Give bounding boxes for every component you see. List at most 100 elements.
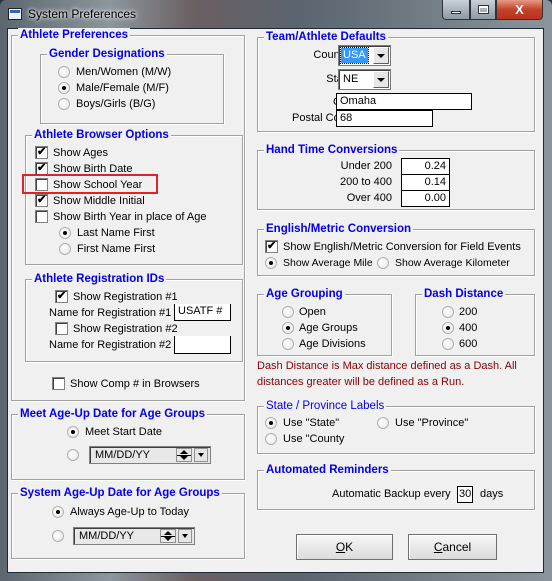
dash-400-radio[interactable] — [442, 322, 454, 334]
always-ageup-today-radio[interactable] — [52, 506, 64, 518]
athlete-browser-options-group: Athlete Browser Options Show Ages Show B… — [22, 128, 243, 265]
age-groups-label: Age Groups — [299, 322, 358, 334]
age-divisions-label: Age Divisions — [299, 338, 366, 350]
gender-bg-label: Boys/Girls (B/G) — [76, 98, 156, 110]
system-ageup-date-picker[interactable]: MM/DD/YY — [73, 527, 195, 545]
meet-ageup-legend: Meet Age-Up Date for Age Groups — [18, 407, 208, 421]
window-title: System Preferences — [28, 7, 137, 21]
use-state-label: Use "State" — [283, 417, 340, 429]
english-metric-legend: English/Metric Conversion — [264, 222, 414, 236]
title-bar[interactable]: System Preferences X — [0, 0, 552, 28]
close-button[interactable]: X — [496, 0, 543, 20]
age-divisions-radio[interactable] — [282, 338, 294, 350]
country-value: USA — [340, 47, 369, 64]
use-state-radio[interactable] — [265, 417, 277, 429]
gender-designations-legend: Gender Designations — [47, 47, 167, 61]
athlete-browser-options-legend: Athlete Browser Options — [32, 128, 171, 142]
dash-600-radio[interactable] — [442, 338, 454, 350]
team-athlete-defaults-group: Team/Athlete Defaults Country: USA State… — [257, 30, 535, 132]
meet-start-date-radio[interactable] — [67, 426, 79, 438]
system-ageup-legend: System Age-Up Date for Age Groups — [18, 486, 222, 500]
under-200-input[interactable]: 0.24 — [401, 158, 450, 175]
dash-200-radio[interactable] — [442, 306, 454, 318]
state-select[interactable]: NE — [338, 69, 391, 90]
minimize-icon — [451, 11, 461, 14]
show-registration-1-label: Show Registration #1 — [73, 291, 178, 303]
system-preferences-window: System Preferences X Athlete Preferences… — [0, 0, 552, 581]
average-mile-radio[interactable] — [265, 257, 277, 269]
meet-custom-date-radio[interactable] — [67, 449, 79, 461]
dash-600-label: 600 — [459, 338, 478, 350]
dash-distance-note: Dash Distance is Max distance defined as… — [257, 360, 517, 388]
athlete-preferences-group: Athlete Preferences Gender Designations … — [11, 28, 245, 401]
average-mile-label: Show Average Mile — [283, 257, 373, 269]
ok-label-rest: K — [345, 540, 354, 554]
postal-code-input[interactable]: 68 — [336, 110, 433, 127]
name-registration-1-label: Name for Registration #1 — [49, 307, 172, 319]
automated-reminders-legend: Automated Reminders — [264, 463, 391, 477]
city-input[interactable]: Omaha — [336, 93, 472, 110]
age-open-label: Open — [299, 306, 326, 318]
state-province-labels-group: State / Province Labels Use "State" Use … — [257, 399, 535, 454]
cancel-button[interactable]: Cancel — [408, 534, 497, 560]
system-ageup-group: System Age-Up Date for Age Groups Always… — [11, 486, 245, 559]
show-comp-checkbox[interactable] — [52, 377, 65, 390]
show-registration-2-checkbox[interactable] — [55, 322, 68, 335]
country-dropdown-button[interactable] — [373, 47, 389, 64]
spin-up-icon — [180, 450, 188, 454]
average-km-radio[interactable] — [377, 257, 389, 269]
use-county-radio[interactable] — [265, 433, 277, 445]
dialog-client-area: Athlete Preferences Gender Designations … — [7, 28, 544, 573]
last-name-first-label: Last Name First — [77, 227, 155, 239]
name-registration-2-label: Name for Registration #2 — [49, 339, 172, 351]
spin-up-icon — [164, 531, 172, 535]
backup-days-input[interactable]: 30 — [457, 486, 473, 503]
age-groups-radio[interactable] — [282, 322, 294, 334]
gender-mf-label: Male/Female (M/F) — [76, 82, 169, 94]
meet-ageup-spinner[interactable] — [176, 448, 192, 462]
over-400-input[interactable]: 0.00 — [401, 190, 450, 207]
meet-ageup-date-text: MM/DD/YY — [95, 449, 150, 461]
athlete-preferences-legend: Athlete Preferences — [18, 28, 131, 42]
use-province-radio[interactable] — [377, 417, 389, 429]
athlete-registration-ids-group: Athlete Registration IDs Show Registrati… — [25, 272, 243, 362]
first-name-first-radio[interactable] — [59, 243, 71, 255]
show-comp-label: Show Comp # in Browsers — [70, 378, 200, 390]
gender-mw-radio[interactable] — [58, 66, 70, 78]
average-km-label: Show Average Kilometer — [395, 257, 510, 269]
spin-down-icon — [164, 537, 172, 541]
gender-mf-radio[interactable] — [58, 82, 70, 94]
show-ages-checkbox[interactable] — [35, 145, 48, 159]
system-custom-date-radio[interactable] — [52, 530, 64, 542]
dash-distance-group: Dash Distance 200 400 600 — [415, 287, 535, 356]
backup-suffix-label: days — [480, 488, 504, 500]
minimize-button[interactable] — [442, 0, 470, 20]
200-to-400-input[interactable]: 0.14 — [401, 174, 450, 191]
meet-start-date-label: Meet Start Date — [85, 426, 163, 438]
gender-bg-radio[interactable] — [58, 98, 70, 110]
meet-ageup-dropdown-button[interactable] — [194, 448, 208, 462]
always-ageup-today-label: Always Age-Up to Today — [70, 506, 190, 518]
show-registration-1-checkbox[interactable] — [55, 289, 68, 303]
name-registration-1-input[interactable]: USATF # — [174, 304, 231, 321]
show-conversion-checkbox[interactable] — [265, 239, 278, 253]
show-middle-initial-checkbox[interactable] — [35, 193, 48, 207]
name-registration-2-input[interactable] — [174, 336, 231, 354]
show-birth-year-label: Show Birth Year in place of Age — [53, 211, 207, 223]
show-registration-2-label: Show Registration #2 — [73, 323, 178, 335]
last-name-first-radio[interactable] — [59, 227, 71, 239]
system-ageup-dropdown-button[interactable] — [178, 529, 192, 543]
meet-ageup-date-picker[interactable]: MM/DD/YY — [89, 446, 211, 464]
age-grouping-legend: Age Grouping — [264, 287, 345, 301]
200-to-400-label: 200 to 400 — [340, 176, 392, 188]
state-dropdown-button[interactable] — [373, 71, 389, 88]
ok-button[interactable]: OK — [296, 534, 393, 560]
hand-time-conversions-group: Hand Time Conversions Under 200 0.24 200… — [257, 143, 535, 210]
dash-distance-legend: Dash Distance — [422, 287, 506, 301]
country-select[interactable]: USA — [338, 45, 391, 66]
maximize-button[interactable] — [470, 0, 496, 20]
age-grouping-group: Age Grouping Open Age Groups Age Divisio… — [257, 287, 392, 356]
age-open-radio[interactable] — [282, 306, 294, 318]
show-birth-year-checkbox[interactable] — [35, 210, 48, 223]
system-ageup-spinner[interactable] — [160, 529, 176, 543]
